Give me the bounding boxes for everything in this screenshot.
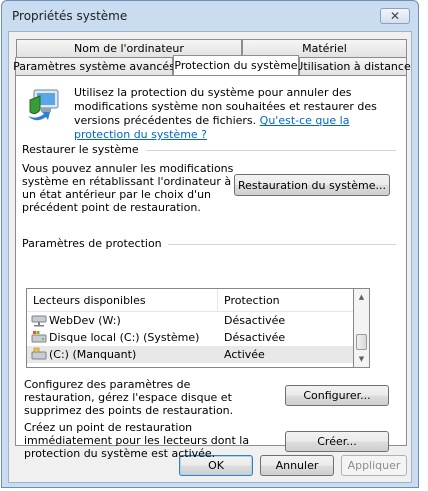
column-protection[interactable]: Protection — [224, 294, 280, 307]
dialog-client-area: Nom de l'ordinateur Matériel Paramètres … — [8, 31, 412, 483]
column-drives[interactable]: Lecteurs disponibles — [33, 294, 146, 307]
drive-protection-status: Désactivée — [224, 314, 286, 327]
drive-protection-status: Désactivée — [224, 331, 286, 344]
drives-list-header: Lecteurs disponibles Protection — [27, 289, 353, 312]
apply-button[interactable]: Appliquer — [341, 455, 407, 476]
drive-name: (C:) (Manquant) — [49, 348, 137, 361]
drive-protection-status: Activée — [224, 348, 265, 361]
drive-name: Disque local (C:) (Système) — [49, 331, 200, 344]
restore-description: Vous pouvez annuler les modifications sy… — [22, 162, 234, 214]
create-button[interactable]: Créer... — [285, 431, 389, 452]
system-restore-button[interactable]: Restauration du système... — [234, 174, 390, 196]
tab-remote[interactable]: Utilisation à distance — [295, 57, 411, 75]
scroll-down-icon[interactable]: ▼ — [354, 351, 369, 367]
drive-row-local-c[interactable]: Disque local (C:) (Système) Désactivée — [27, 329, 353, 346]
system-protection-page: Utilisez la protection du système pour a… — [15, 75, 407, 460]
title-bar[interactable]: Propriétés système ✕ — [2, 1, 418, 31]
create-description: Créez un point de restauration immédiate… — [24, 421, 250, 460]
drives-list[interactable]: Lecteurs disponibles Protection WebDev (… — [26, 288, 354, 368]
scroll-up-icon[interactable]: ▲ — [354, 289, 369, 305]
intro-description: Utilisez la protection du système pour a… — [74, 86, 399, 142]
configure-button[interactable]: Configurer... — [285, 385, 389, 406]
configure-description: Configurez des paramètres de restauratio… — [24, 378, 234, 417]
cancel-button[interactable]: Annuler — [260, 455, 334, 476]
system-protection-shield-icon — [28, 89, 59, 121]
protection-group-line — [150, 244, 396, 245]
system-disk-icon — [31, 331, 47, 343]
drive-row-webdev[interactable]: WebDev (W:) Désactivée — [27, 312, 353, 329]
window-title: Propriétés système — [12, 9, 128, 23]
drive-row-missing-c[interactable]: (C:) (Manquant) Activée — [27, 346, 353, 363]
close-icon: ✕ — [389, 9, 401, 23]
close-button[interactable]: ✕ — [380, 8, 410, 24]
disk-icon — [31, 347, 47, 360]
protection-group-title: Paramètres de protection — [22, 237, 168, 250]
system-properties-window: Propriétés système ✕ Nom de l'ordinateur… — [1, 0, 419, 488]
drives-list-scrollbar[interactable]: ▲ ▼ — [354, 288, 370, 368]
network-drive-icon — [31, 315, 47, 327]
drive-name: WebDev (W:) — [49, 314, 121, 327]
tab-system-protection[interactable]: Protection du système — [173, 55, 299, 75]
tab-advanced-settings[interactable]: Paramètres système avancés — [13, 57, 175, 75]
restore-group-line — [146, 150, 396, 151]
scroll-thumb[interactable] — [356, 334, 367, 350]
column-separator[interactable] — [217, 289, 218, 311]
restore-group-title: Restaurer le système — [22, 143, 145, 156]
